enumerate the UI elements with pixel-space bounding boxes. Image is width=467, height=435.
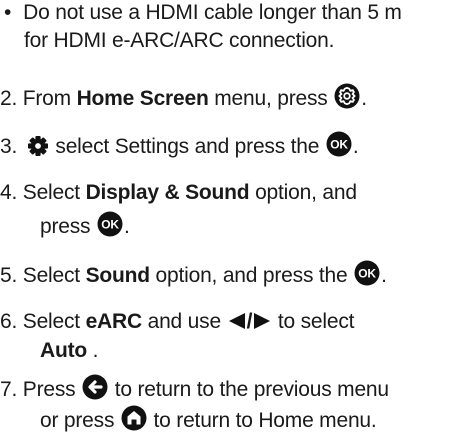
step-bold-text: eARC (85, 310, 143, 333)
step-text: to return to Home menu. (147, 409, 377, 432)
gear-icon (27, 135, 49, 157)
step-text: From (22, 87, 77, 110)
ok-button-icon: OK (97, 211, 123, 237)
step-text: menu, press (208, 87, 334, 110)
step-number: 4. (0, 181, 18, 204)
step-3: 3. select Settings and press the OK . (0, 131, 359, 161)
step-5: 5. Select Sound option, and press the OK… (0, 260, 387, 290)
step-bold-text: Sound (85, 264, 151, 287)
step-text: . (381, 264, 387, 287)
step-bold-text: Home Screen (76, 87, 209, 110)
left-triangle-icon (228, 312, 246, 330)
step-7: 7. Press to return to the previous menu (0, 374, 389, 404)
step-text: Press (22, 378, 82, 401)
settings-gear-circle-icon (334, 83, 360, 109)
step-number: 2. (0, 87, 18, 110)
step-text: press (40, 215, 96, 238)
ok-button-icon: OK (326, 131, 352, 157)
step-bold-text: Display & Sound (85, 181, 250, 204)
bullet-line-1: • Do not use a HDMI cable longer than 5 m (4, 0, 402, 27)
step-text: to return to the previous menu (109, 378, 389, 401)
ok-label: OK (358, 266, 376, 280)
step-text: Select (22, 310, 86, 333)
step-6: 6. Select eARC and use / to select (0, 308, 354, 336)
step-7-line-2: or press to return to Home menu. (40, 405, 377, 435)
ok-label: OK (101, 217, 119, 231)
step-text: . (352, 135, 359, 158)
bullet-marker: • (4, 1, 12, 24)
step-number: 3. (0, 135, 18, 158)
bullet-text-2: for HDMI e-ARC/ARC connection. (24, 29, 335, 52)
back-arrow-circle-icon (82, 374, 108, 400)
step-text: Select (22, 181, 86, 204)
step-text: Select (22, 264, 86, 287)
step-text: select Settings and press the (49, 135, 325, 158)
step-text: or press (40, 409, 120, 432)
manual-page: • Do not use a HDMI cable longer than 5 m… (0, 0, 467, 433)
step-6-line-2: Auto . (40, 337, 99, 365)
step-4-line-2: press OK . (40, 211, 130, 241)
bullet-text-1: Do not use a HDMI cable longer than 5 m (23, 1, 402, 24)
step-text: and use (141, 310, 227, 333)
home-circle-icon (121, 405, 147, 431)
step-number: 7. (0, 378, 18, 401)
step-2: 2. From Home Screen menu, press . (0, 83, 367, 113)
slash-separator: / (246, 310, 253, 333)
step-number: 5. (0, 264, 18, 287)
bullet-line-2: for HDMI e-ARC/ARC connection. (24, 27, 334, 55)
step-text: . (361, 87, 367, 110)
step-number: 6. (0, 310, 18, 333)
step-4: 4. Select Display & Sound option, and (0, 179, 357, 207)
step-text: option, and (249, 181, 357, 204)
step-text: . (87, 339, 99, 362)
step-text: . (124, 215, 130, 238)
step-bold-text: Auto (40, 339, 88, 362)
ok-label: OK (330, 137, 348, 151)
step-text: option, and press the (149, 264, 354, 287)
ok-button-icon: OK (354, 260, 380, 286)
right-triangle-icon (253, 312, 271, 330)
step-text: to select (272, 310, 355, 333)
